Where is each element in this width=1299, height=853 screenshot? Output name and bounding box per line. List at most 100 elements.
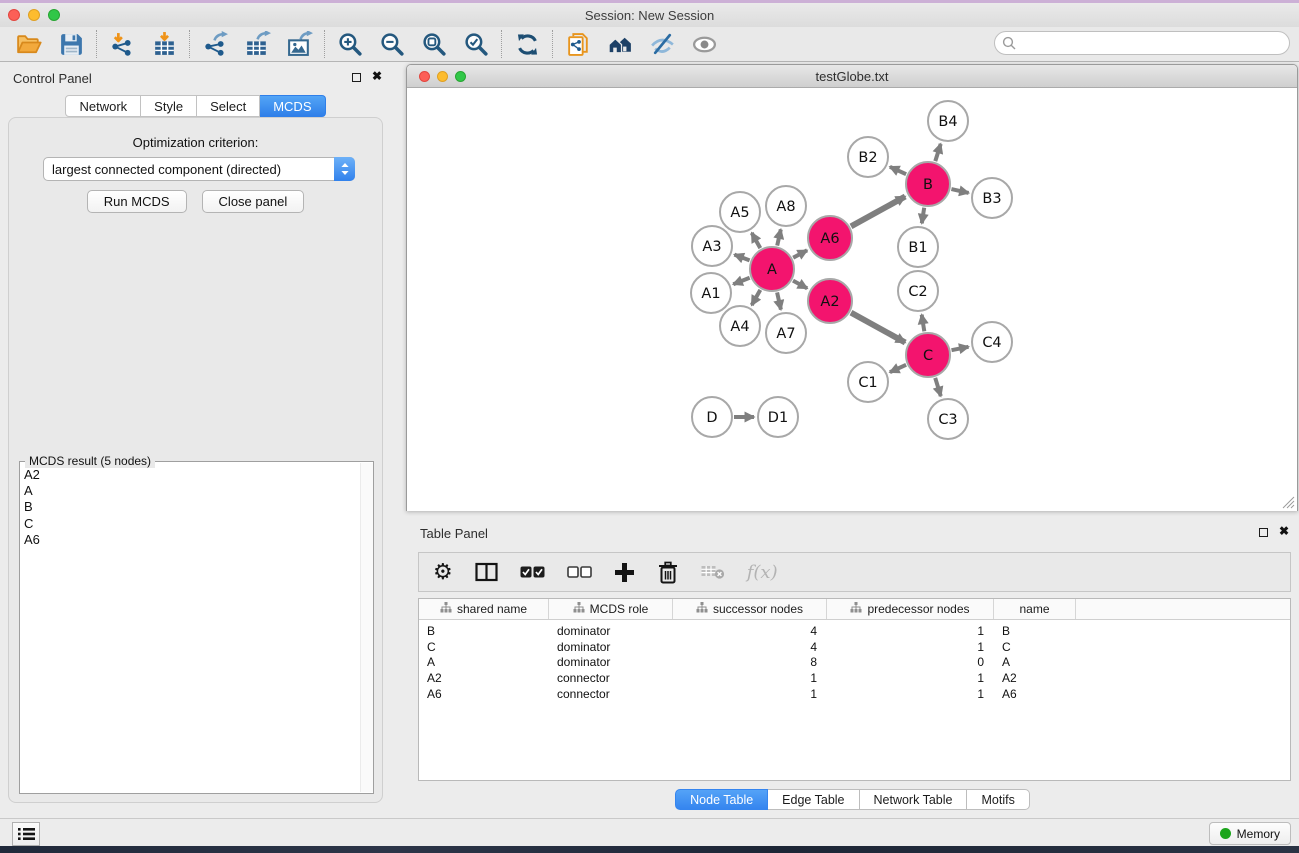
export-image-icon[interactable] bbox=[278, 29, 320, 59]
zoom-out-icon[interactable] bbox=[371, 29, 413, 59]
mcds-result-item[interactable]: B bbox=[24, 499, 359, 515]
graph-edge-B-B2[interactable] bbox=[890, 167, 906, 174]
table-row[interactable]: Cdominator41C bbox=[419, 639, 1290, 655]
resize-grip-icon[interactable] bbox=[1282, 496, 1295, 509]
table-cell[interactable]: connector bbox=[549, 671, 673, 685]
graph-edge-A-A5[interactable] bbox=[752, 233, 761, 248]
table-cell[interactable]: 4 bbox=[673, 640, 827, 654]
memory-button[interactable]: Memory bbox=[1209, 822, 1291, 845]
two-houses-icon[interactable] bbox=[599, 29, 641, 59]
table-cell[interactable]: C bbox=[419, 640, 549, 654]
split-columns-icon[interactable] bbox=[475, 562, 498, 582]
column-header-shared-name[interactable]: shared name bbox=[419, 599, 549, 619]
search-input[interactable] bbox=[1020, 36, 1289, 50]
table-cell[interactable]: A6 bbox=[994, 687, 1076, 701]
table-cell[interactable]: C bbox=[994, 640, 1076, 654]
graph-edge-A-A3[interactable] bbox=[734, 255, 749, 261]
table-cell[interactable]: 4 bbox=[673, 624, 827, 638]
table-cell[interactable]: connector bbox=[549, 687, 673, 701]
table-cell[interactable]: B bbox=[994, 624, 1076, 638]
graph-edge-A-A8[interactable] bbox=[777, 229, 781, 245]
graph-edge-C-C1[interactable] bbox=[890, 365, 906, 372]
table-cell[interactable]: dominator bbox=[549, 655, 673, 669]
table-cell[interactable]: 1 bbox=[673, 671, 827, 685]
graph-edge-A2-C[interactable] bbox=[851, 313, 905, 343]
graph-edge-B-B3[interactable] bbox=[951, 189, 968, 193]
graph-edge-A-A7[interactable] bbox=[777, 292, 781, 309]
graph-edge-B-B4[interactable] bbox=[935, 144, 940, 161]
table-cell[interactable]: A2 bbox=[419, 671, 549, 685]
export-table-icon[interactable] bbox=[236, 29, 278, 59]
delete-column-trash-icon[interactable] bbox=[657, 561, 679, 584]
table-cell[interactable]: A bbox=[994, 655, 1076, 669]
table-row[interactable]: A6connector11A6 bbox=[419, 686, 1290, 702]
settings-gear-icon[interactable]: ⚙ bbox=[433, 562, 453, 582]
deselect-all-columns-icon[interactable] bbox=[567, 566, 592, 578]
close-panel-button[interactable]: Close panel bbox=[202, 190, 305, 213]
tab-mcds[interactable]: MCDS bbox=[260, 95, 325, 117]
column-header-MCDS-role[interactable]: MCDS role bbox=[549, 599, 673, 619]
table-cell[interactable]: 1 bbox=[827, 687, 994, 701]
zoom-fit-icon[interactable] bbox=[413, 29, 455, 59]
table-cell[interactable]: 1 bbox=[673, 687, 827, 701]
mcds-result-item[interactable]: A2 bbox=[24, 467, 359, 483]
export-network-icon[interactable] bbox=[194, 29, 236, 59]
refresh-layout-icon[interactable] bbox=[506, 29, 548, 59]
graph-edge-A6-B[interactable] bbox=[851, 197, 905, 227]
zoom-in-icon[interactable] bbox=[329, 29, 371, 59]
function-builder-icon[interactable]: f(x) bbox=[747, 562, 778, 583]
table-row[interactable]: Adominator80A bbox=[419, 654, 1290, 670]
column-header-successor-nodes[interactable]: successor nodes bbox=[673, 599, 827, 619]
mcds-result-item[interactable]: A bbox=[24, 483, 359, 499]
network-canvas[interactable]: B4B2BB3A8A5A6B1A3AC2A1A2A4A7C4CC1C3DD1 bbox=[407, 88, 1297, 511]
run-mcds-button[interactable]: Run MCDS bbox=[87, 190, 187, 213]
task-history-button[interactable] bbox=[12, 822, 40, 846]
network-window-titlebar[interactable]: testGlobe.txt bbox=[407, 65, 1297, 88]
select-all-columns-icon[interactable] bbox=[520, 566, 545, 578]
table-cell[interactable]: A bbox=[419, 655, 549, 669]
graph-edge-C-C2[interactable] bbox=[922, 315, 925, 332]
add-column-icon[interactable] bbox=[614, 562, 635, 583]
import-network-icon[interactable] bbox=[101, 29, 143, 59]
table-cell[interactable]: 0 bbox=[827, 655, 994, 669]
scrollbar-track[interactable] bbox=[360, 463, 373, 792]
show-eye-icon[interactable] bbox=[683, 29, 725, 59]
tab-edge-table[interactable]: Edge Table bbox=[768, 789, 859, 810]
column-header-predecessor-nodes[interactable]: predecessor nodes bbox=[827, 599, 994, 619]
graph-edge-B-B1[interactable] bbox=[922, 208, 924, 224]
hide-selected-eye-icon[interactable] bbox=[641, 29, 683, 59]
network-graph[interactable]: B4B2BB3A8A5A6B1A3AC2A1A2A4A7C4CC1C3DD1 bbox=[407, 88, 1297, 511]
criterion-dropdown[interactable]: largest connected component (directed) bbox=[43, 157, 355, 181]
table-cell[interactable]: B bbox=[419, 624, 549, 638]
tab-select[interactable]: Select bbox=[197, 95, 260, 117]
table-cell[interactable]: 1 bbox=[827, 671, 994, 685]
new-network-from-selection-icon[interactable] bbox=[557, 29, 599, 59]
table-row[interactable]: A2connector11A2 bbox=[419, 670, 1290, 686]
save-session-icon[interactable] bbox=[50, 29, 92, 59]
import-table-icon[interactable] bbox=[143, 29, 185, 59]
close-table-panel-icon[interactable]: ✖ bbox=[1279, 524, 1289, 538]
open-file-icon[interactable] bbox=[8, 29, 50, 59]
zoom-selected-icon[interactable] bbox=[455, 29, 497, 59]
graph-edge-C-C3[interactable] bbox=[935, 378, 941, 396]
delete-table-icon[interactable] bbox=[701, 564, 725, 580]
float-panel-icon[interactable] bbox=[352, 73, 361, 82]
table-cell[interactable]: A2 bbox=[994, 671, 1076, 685]
table-cell[interactable]: 1 bbox=[827, 640, 994, 654]
column-header-name[interactable]: name bbox=[994, 599, 1076, 619]
table-cell[interactable]: A6 bbox=[419, 687, 549, 701]
graph-edge-A-A6[interactable] bbox=[793, 250, 807, 257]
table-cell[interactable]: dominator bbox=[549, 640, 673, 654]
close-panel-icon[interactable]: ✖ bbox=[372, 69, 382, 83]
graph-edge-A-A2[interactable] bbox=[793, 281, 807, 289]
graph-edge-A-A1[interactable] bbox=[733, 278, 749, 284]
mcds-result-item[interactable]: C bbox=[24, 516, 359, 532]
table-cell[interactable]: dominator bbox=[549, 624, 673, 638]
tab-node-table[interactable]: Node Table bbox=[675, 789, 768, 810]
graph-edge-C-C4[interactable] bbox=[952, 347, 969, 350]
table-cell[interactable]: 1 bbox=[827, 624, 994, 638]
tab-style[interactable]: Style bbox=[141, 95, 197, 117]
tab-motifs[interactable]: Motifs bbox=[967, 789, 1029, 810]
float-table-panel-icon[interactable] bbox=[1259, 528, 1268, 537]
mcds-result-item[interactable]: A6 bbox=[24, 532, 359, 548]
